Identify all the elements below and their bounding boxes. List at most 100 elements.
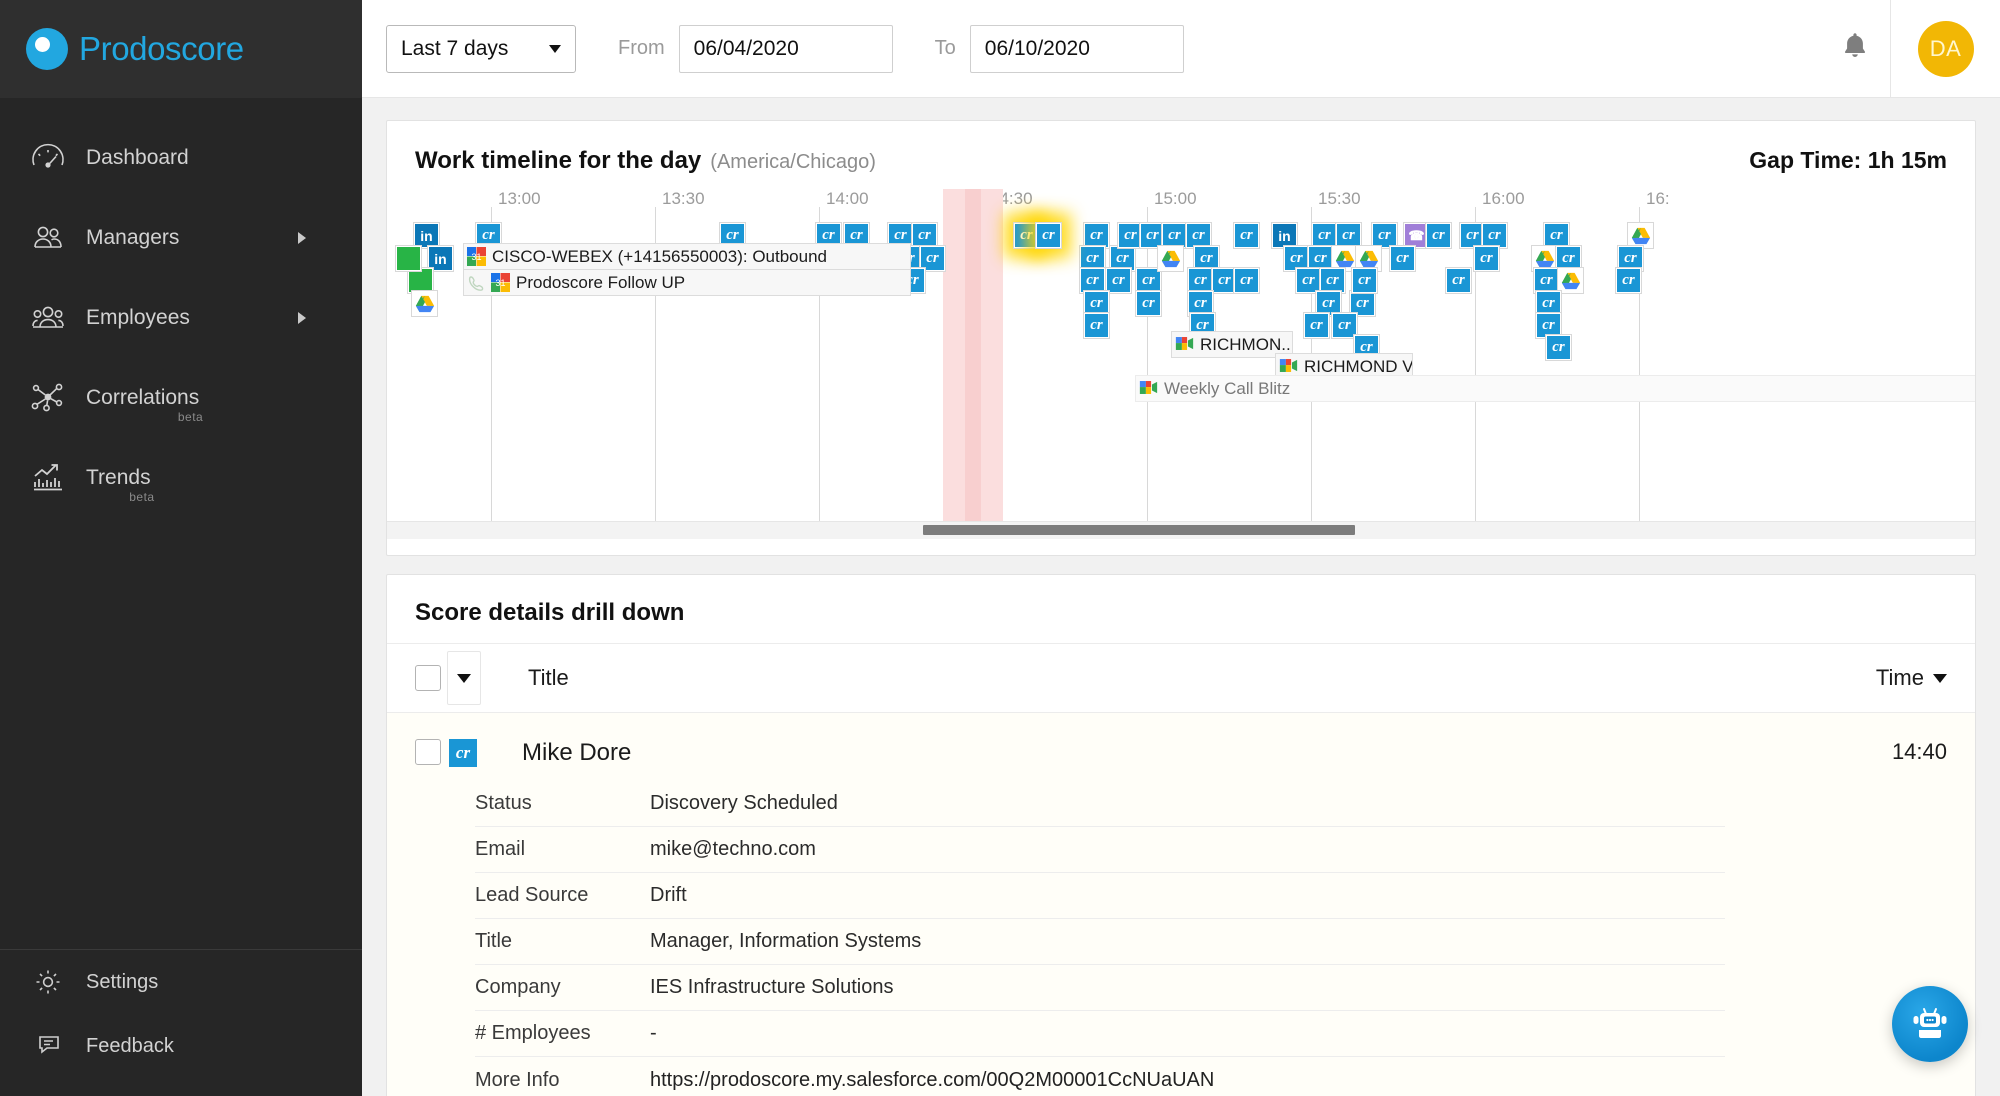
detail-field: Status Discovery Scheduled bbox=[475, 781, 1725, 827]
date-range-select[interactable]: Last 7 days bbox=[386, 25, 576, 73]
google-drive-event-icon[interactable] bbox=[411, 290, 438, 317]
timeline-scrollbar-thumb[interactable] bbox=[923, 525, 1355, 535]
table-header: Title Time bbox=[387, 643, 1975, 713]
detail-field-value: mike@techno.com bbox=[650, 838, 816, 861]
row-checkbox[interactable] bbox=[415, 739, 441, 765]
table-row[interactable]: cr Mike Dore 14:40 bbox=[387, 713, 1975, 767]
timeline-scrollbar[interactable] bbox=[387, 521, 1975, 539]
chatbot-button[interactable] bbox=[1892, 986, 1968, 1062]
timeline-tick: 15:30 bbox=[1311, 189, 1361, 209]
sidebar-item-correlations[interactable]: Correlations beta bbox=[0, 358, 362, 438]
meet-icon bbox=[1139, 379, 1158, 398]
network-icon bbox=[26, 376, 70, 420]
svg-text:31: 31 bbox=[471, 252, 481, 262]
timeline-tick: 13:00 bbox=[491, 189, 541, 209]
detail-field-key: More Info bbox=[475, 1069, 650, 1092]
crm-event-icon[interactable]: cr bbox=[1615, 267, 1642, 294]
robot-icon bbox=[1908, 1000, 1952, 1049]
crm-event-icon[interactable]: cr bbox=[1445, 267, 1472, 294]
sidebar-item-label: Employees bbox=[86, 306, 190, 329]
detail-field: More Info https://prodoscore.my.salesfor… bbox=[475, 1057, 1725, 1096]
crm-event-icon[interactable]: cr bbox=[1425, 222, 1452, 249]
meet-icon bbox=[1279, 357, 1298, 376]
calendar-icon: 31 bbox=[491, 273, 510, 292]
from-date-input[interactable] bbox=[679, 25, 893, 73]
beta-badge: beta bbox=[178, 411, 203, 424]
managers-icon bbox=[26, 216, 70, 260]
main-content: Last 7 days From To DA bbox=[362, 0, 2000, 1096]
green-event-icon[interactable] bbox=[395, 245, 422, 272]
row-time: 14:40 bbox=[1892, 739, 1947, 765]
column-header-title: Title bbox=[528, 665, 569, 691]
to-date-input[interactable] bbox=[970, 25, 1184, 73]
crm-event-icon[interactable]: cr bbox=[1545, 334, 1572, 361]
sidebar-item-label: Feedback bbox=[86, 1035, 174, 1057]
notifications-button[interactable] bbox=[1820, 0, 1890, 98]
avatar-cell: DA bbox=[1890, 0, 2000, 98]
detail-field: Email mike@techno.com bbox=[475, 827, 1725, 873]
detail-field: Title Manager, Information Systems bbox=[475, 919, 1725, 965]
timeline-pill-label: CISCO-WEBEX (+14156550003): Outbound bbox=[492, 247, 827, 267]
timeline-tick: 16:00 bbox=[1475, 189, 1525, 209]
timeline-pill[interactable]: 31 CISCO-WEBEX (+14156550003): Outbound bbox=[463, 243, 911, 270]
crm-event-icon[interactable]: cr bbox=[1351, 267, 1378, 294]
sidebar-item-settings[interactable]: Settings bbox=[0, 950, 362, 1014]
phone-icon bbox=[467, 273, 486, 292]
from-label: From bbox=[618, 37, 665, 60]
detail-field-key: Email bbox=[475, 838, 650, 861]
detail-field-value: Drift bbox=[650, 884, 687, 907]
timeline-header: Work timeline for the day (America/Chica… bbox=[387, 121, 1975, 175]
prodoscore-logo-icon bbox=[26, 28, 68, 70]
sidebar-item-feedback[interactable]: Feedback bbox=[0, 1014, 362, 1078]
speech-bubble-icon bbox=[26, 1024, 70, 1068]
speedometer-icon bbox=[26, 136, 70, 180]
crm-event-icon[interactable]: cr bbox=[1233, 222, 1260, 249]
avatar[interactable]: DA bbox=[1918, 21, 1974, 77]
to-label: To bbox=[935, 37, 956, 60]
select-all-checkbox[interactable] bbox=[415, 665, 441, 691]
crm-event-icon[interactable]: cr bbox=[1473, 245, 1500, 272]
crm-event-icon[interactable]: cr bbox=[1233, 267, 1260, 294]
crm-event-icon[interactable]: cr bbox=[1035, 222, 1062, 249]
topbar: Last 7 days From To DA bbox=[362, 0, 2000, 98]
crm-event-icon[interactable]: cr bbox=[1303, 312, 1330, 339]
crm-source-icon: cr bbox=[449, 739, 477, 767]
crm-event-icon[interactable]: cr bbox=[1083, 312, 1110, 339]
google-drive-event-icon[interactable] bbox=[1157, 245, 1184, 272]
sidebar-item-label: Trends bbox=[86, 466, 151, 489]
detail-field-value: IES Infrastructure Solutions bbox=[650, 976, 893, 999]
chevron-down-icon bbox=[549, 45, 561, 53]
timeline-tick: 14:00 bbox=[819, 189, 869, 209]
column-header-time[interactable]: Time bbox=[1876, 665, 1947, 691]
beta-badge: beta bbox=[129, 491, 154, 504]
detail-field-value-link[interactable]: https://prodoscore.my.salesforce.com/00Q… bbox=[650, 1069, 1214, 1092]
sidebar-footer-nav: Settings Feedback bbox=[0, 949, 362, 1096]
sidebar-item-dashboard[interactable]: Dashboard bbox=[0, 118, 362, 198]
score-details-card: Score details drill down Title Time cr M… bbox=[386, 574, 1976, 1096]
detail-field-key: # Employees bbox=[475, 1022, 650, 1045]
chevron-down-icon bbox=[1933, 674, 1947, 683]
calendar-icon: 31 bbox=[467, 247, 486, 266]
timeline-pill-label: Weekly Call Blitz bbox=[1164, 379, 1290, 399]
timeline-body[interactable]: 13:00 13:30 14:00 14:30 15:00 15:30 16:0… bbox=[387, 189, 1975, 539]
score-details-title: Score details drill down bbox=[387, 575, 1975, 643]
app-logo[interactable]: Prodoscore bbox=[0, 0, 362, 98]
gear-icon bbox=[26, 960, 70, 1004]
timeline-pill-label: Prodoscore Follow UP bbox=[516, 273, 685, 293]
timeline-tick: 13:30 bbox=[655, 189, 705, 209]
timeline-tick: 16: bbox=[1639, 189, 1670, 209]
employees-icon bbox=[26, 296, 70, 340]
crm-event-icon[interactable]: cr bbox=[1135, 290, 1162, 317]
sidebar-item-managers[interactable]: Managers bbox=[0, 198, 362, 278]
timeline-allday-pill[interactable]: Weekly Call Blitz bbox=[1135, 375, 1975, 402]
select-all-dropdown-button[interactable] bbox=[447, 651, 481, 705]
row-detail-fields: Status Discovery Scheduled Email mike@te… bbox=[387, 767, 1975, 1096]
svg-text:31: 31 bbox=[495, 278, 505, 288]
sidebar-item-trends[interactable]: Trends beta bbox=[0, 438, 362, 518]
timeline-pill[interactable]: 31 Prodoscore Follow UP bbox=[463, 269, 911, 296]
sidebar-item-employees[interactable]: Employees bbox=[0, 278, 362, 358]
sidebar-item-label: Dashboard bbox=[86, 146, 189, 169]
timeline-pill-label: RICHMON... bbox=[1200, 335, 1293, 355]
crm-event-icon[interactable]: cr bbox=[1389, 245, 1416, 272]
timeline-timezone: (America/Chicago) bbox=[710, 151, 876, 174]
